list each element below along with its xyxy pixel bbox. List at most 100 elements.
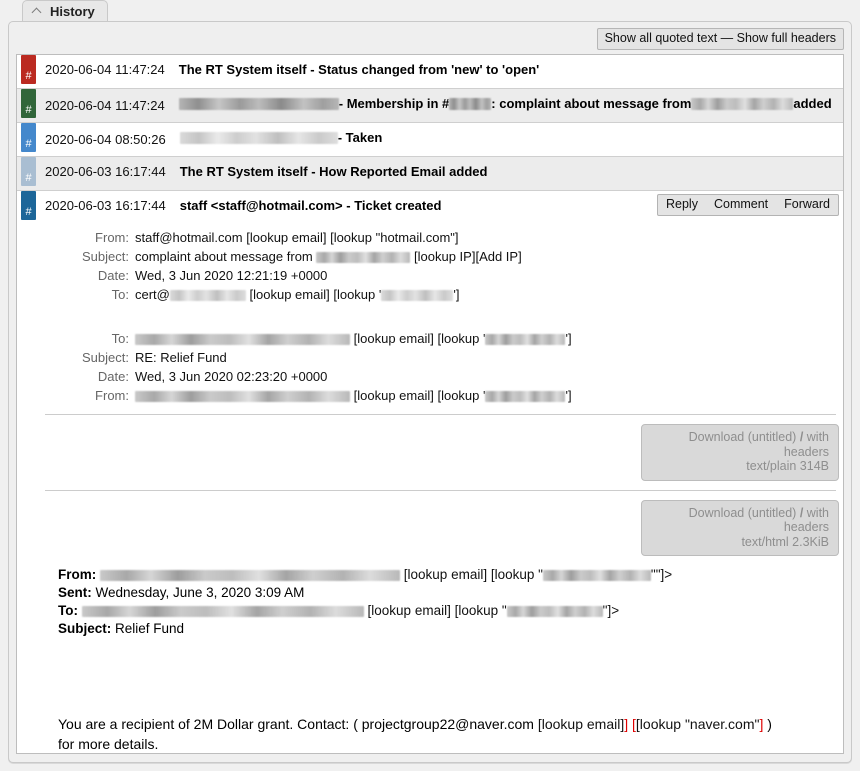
row-subject-mid2: : complaint about message from: [491, 96, 692, 111]
row-subject-post: - Taken: [337, 130, 383, 145]
chevron-up-icon[interactable]: [32, 7, 43, 14]
lookup-domain-value: "naver.com": [681, 716, 760, 732]
history-row-how-reported-email[interactable]: # 2020-06-03 16:17:44 The RT System itse…: [17, 157, 843, 191]
lookup-email-link[interactable]: [lookup email]: [354, 331, 434, 346]
lookup-email-link[interactable]: [lookup email]: [354, 388, 434, 403]
row-subject-post: added: [793, 96, 832, 111]
lookup-email-link[interactable]: [lookup email]: [538, 716, 624, 732]
header-label: Date:: [97, 369, 129, 384]
lookup-email-link[interactable]: [lookup email]: [250, 287, 330, 302]
header-value: [lookup email] [lookup ' ']: [135, 388, 843, 403]
lookup-domain-link[interactable]: [lookup ' ']: [437, 388, 571, 403]
redacted-from-address: [135, 391, 350, 403]
attachment-box[interactable]: Download (untitled) / with headers text/…: [641, 499, 839, 556]
lookup-open: [lookup ': [437, 331, 486, 346]
header-value: Wed, 3 Jun 2020 12:21:19 +0000: [135, 268, 328, 283]
transaction-badge-icon[interactable]: #: [21, 55, 36, 84]
comment-button[interactable]: Comment: [706, 195, 776, 215]
redacted-domain: [485, 334, 566, 346]
lookup-domain-link[interactable]: [lookup " "]>: [455, 603, 620, 618]
redacted-actor: [178, 97, 339, 110]
lookup-ip-link[interactable]: [lookup IP]: [414, 249, 475, 264]
row-subject: - Membership in # : complaint about messa…: [178, 96, 832, 111]
show-full-headers-link[interactable]: Show full headers: [737, 31, 836, 45]
row-timestamp: 2020-06-03 16:17:44: [45, 164, 166, 179]
tab-history[interactable]: History: [22, 0, 108, 21]
message-actions: Reply Comment Forward: [657, 194, 839, 216]
attachment-row-html: Download (untitled) / with headers text/…: [17, 499, 843, 556]
badge-cell: #: [17, 123, 40, 156]
message-body-text: You are a recipient of 2M Dollar grant. …: [17, 700, 843, 753]
row-body: 2020-06-04 11:47:24 - Membership in # : c…: [40, 89, 843, 122]
lookup-domain-link[interactable]: [lookup " ""]>: [491, 567, 672, 582]
lookup-close: ']: [565, 388, 572, 403]
quoted-sent-label: Sent:: [58, 585, 92, 600]
header-subject: Subject: complaint about message from [l…: [17, 247, 843, 266]
transaction-badge-icon[interactable]: #: [21, 89, 36, 118]
quoted-to-label: To:: [58, 603, 78, 618]
reply-button[interactable]: Reply: [658, 195, 706, 215]
header-subject-secondary: Subject: RE: Relief Fund: [17, 348, 843, 367]
row-subject: - Taken: [179, 130, 383, 145]
lookup-domain-link[interactable]: [lookup "hotmail.com"]: [330, 230, 458, 245]
from-address: staff@hotmail.com: [135, 230, 243, 245]
header-to: To: cert@ [lookup email] [lookup ' ']: [17, 285, 843, 304]
message-headers-secondary: To: [lookup email] [lookup ' '] Subject: …: [17, 329, 843, 405]
body-gap: [17, 638, 843, 700]
header-spacer: [17, 304, 843, 325]
transaction-badge-icon[interactable]: #: [21, 191, 36, 220]
quoted-sent-line: Sent: Wednesday, June 3, 2020 3:09 AM: [58, 584, 829, 602]
attachment-box[interactable]: Download (untitled) / with headers text/…: [641, 424, 839, 481]
download-link[interactable]: Download (untitled): [689, 430, 797, 444]
subject-text: complaint about message from: [135, 249, 313, 264]
history-row-taken[interactable]: # 2020-06-04 08:50:26 - Taken: [17, 123, 843, 157]
transaction-badge-icon[interactable]: #: [21, 157, 36, 186]
attachment-meta: text/plain 314B: [746, 459, 829, 473]
add-ip-link[interactable]: [Add IP]: [475, 249, 521, 264]
download-separator: /: [796, 430, 807, 444]
lookup-close: "]>: [602, 603, 620, 618]
history-row-membership-added[interactable]: # 2020-06-04 11:47:24 - Membership in #:…: [17, 89, 843, 123]
history-toolbar: Show all quoted text — Show full headers: [16, 28, 844, 50]
row-body: 2020-06-04 11:47:24 The RT System itself…: [40, 55, 843, 88]
lookup-domain-link[interactable]: [lookup ' ']: [437, 331, 571, 346]
tab-history-label: History: [50, 3, 95, 19]
badge-cell: #: [17, 55, 40, 88]
row-timestamp: 2020-06-04 11:47:24: [45, 97, 165, 113]
header-from-secondary: From: [lookup email] [lookup ' ']: [17, 386, 843, 405]
row-subject-mid: - Membership in #: [338, 96, 450, 111]
quoted-from-label: From:: [58, 567, 97, 582]
header-date: Date: Wed, 3 Jun 2020 12:21:19 +0000: [17, 266, 843, 285]
quoted-message-headers: From: [lookup email] [lookup " ""]> Sent:…: [17, 556, 843, 638]
history-panel: Show all quoted text — Show full headers…: [8, 21, 852, 763]
lookup-domain-link[interactable]: [lookup ' ']: [333, 287, 459, 302]
history-row-status-changed[interactable]: # 2020-06-04 11:47:24 The RT System itse…: [17, 55, 843, 89]
row-body: 2020-06-03 16:17:44 The RT System itself…: [40, 157, 843, 190]
lookup-domain-open: [lookup: [635, 716, 682, 732]
header-label: From:: [95, 388, 129, 403]
redacted-to-address: [81, 605, 364, 617]
header-date-secondary: Date: Wed, 3 Jun 2020 02:23:20 +0000: [17, 367, 843, 386]
lookup-email-link[interactable]: [lookup email]: [368, 603, 451, 618]
show-all-quoted-text-link[interactable]: Show all quoted text: [605, 31, 718, 45]
header-value: [lookup email] [lookup ' ']: [135, 331, 843, 346]
download-link[interactable]: Download (untitled): [689, 506, 797, 520]
row-body: 2020-06-04 08:50:26 - Taken: [40, 123, 843, 156]
badge-cell: #: [17, 191, 40, 220]
header-label: From:: [95, 230, 129, 245]
header-value: RE: Relief Fund: [135, 350, 227, 365]
quoted-to-line: To: [lookup email] [lookup " "]>: [58, 602, 829, 620]
history-row-ticket-created: # 2020-06-03 16:17:44 staff <staff@hotma…: [17, 191, 843, 224]
header-label: Date:: [97, 268, 129, 283]
header-label: To:: [111, 287, 129, 302]
row-subject: The RT System itself - How Reported Emai…: [179, 164, 488, 179]
header-label: To:: [111, 331, 129, 346]
redacted-domain: [381, 290, 454, 302]
quoted-subject-label: Subject:: [58, 621, 112, 636]
lookup-email-link[interactable]: [lookup email]: [246, 230, 326, 245]
lookup-email-link[interactable]: [lookup email]: [404, 567, 487, 582]
forward-button[interactable]: Forward: [776, 195, 838, 215]
transaction-badge-icon[interactable]: #: [21, 123, 36, 152]
controls-separator: —: [717, 31, 737, 45]
lookup-domain-link[interactable]: [lookup "naver.com": [636, 716, 760, 732]
